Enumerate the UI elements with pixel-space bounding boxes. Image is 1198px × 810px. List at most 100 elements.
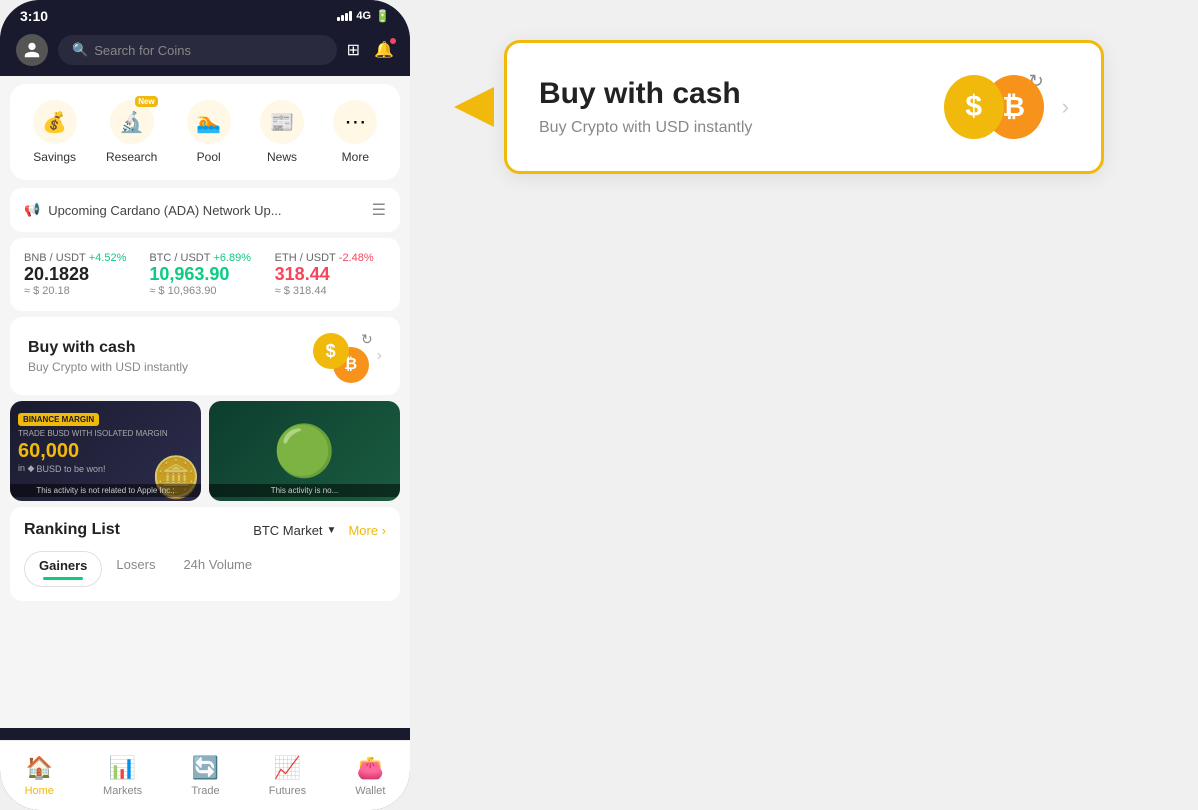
news-icon: 📰 [260,100,304,144]
tab-volume[interactable]: 24h Volume [169,551,266,587]
announcement-bar[interactable]: 📢 Upcoming Cardano (ADA) Network Up... ☰ [10,188,400,232]
markets-icon: 📊 [109,755,136,781]
eth-pair: ETH / USDT [275,252,336,264]
savings-label: Savings [33,150,76,164]
promo-margin[interactable]: BINANCE MARGIN TRADE BUSD WITH ISOLATED … [10,401,201,501]
trade-icon: 🔄 [192,755,219,781]
wallet-label: Wallet [355,785,385,797]
futures-icon: 📈 [274,755,301,781]
callout-chevron-icon: › [1062,94,1069,120]
tab-gainers[interactable]: Gainers [24,551,102,587]
btc-pair: BTC / USDT [149,252,210,264]
margin-currency: BUSD to be won! [36,464,105,474]
callout-title: Buy with cash [539,77,752,111]
nav-futures[interactable]: 📈 Futures [261,751,314,801]
category-news[interactable]: 📰 News [260,100,304,164]
status-icons: 4G 🔋 [337,9,390,23]
buy-title: Buy with cash [28,339,188,357]
callout-coins: $ ₿ ↻ [944,71,1044,143]
header-icons: ⊞ 🔔 [347,40,394,60]
promo-tether-disclaimer: This activity is no... [209,484,400,497]
search-icon: 🔍 [72,42,88,58]
ticker-btc[interactable]: BTC / USDT +6.89% 10,963.90 ≈ $ 10,963.9… [149,252,260,297]
btc-price: 10,963.90 [149,264,260,285]
home-label: Home [25,785,54,797]
news-label: News [267,150,297,164]
phone-container: 3:10 4G 🔋 🔍 Search for Coins ⊞ 🔔 [0,0,410,810]
eth-price: 318.44 [275,264,386,285]
category-research[interactable]: 🔬 New Research [106,100,157,164]
ticker-eth[interactable]: ETH / USDT -2.48% 318.44 ≈ $ 318.44 [275,252,386,297]
price-ticker: BNB / USDT +4.52% 20.1828 ≈ $ 20.18 BTC … [10,238,400,311]
margin-badge: BINANCE MARGIN [18,413,99,426]
avatar[interactable] [16,34,48,66]
savings-icon: 💰 [33,100,77,144]
btc-change: +6.89% [213,252,251,264]
market-label: BTC Market [253,523,322,538]
tab-losers[interactable]: Losers [102,551,169,587]
status-time: 3:10 [20,8,48,24]
callout-area: Buy with cash Buy Crypto with USD instan… [410,0,1198,214]
home-icon: 🏠 [26,755,53,781]
pool-label: Pool [197,150,221,164]
nav-home[interactable]: 🏠 Home [17,751,62,801]
status-bar: 3:10 4G 🔋 [0,0,410,28]
more-label: More [342,150,369,164]
big-dollar-coin: $ [944,75,1004,139]
buy-text: Buy with cash Buy Crypto with USD instan… [28,339,188,374]
margin-amount: 60,000 [18,440,168,463]
ranking-market[interactable]: BTC Market ▼ [253,523,336,538]
trade-label: Trade [191,785,219,797]
research-label: Research [106,150,157,164]
category-pool[interactable]: 🏊 Pool [187,100,231,164]
ticker-bnb[interactable]: BNB / USDT +4.52% 20.1828 ≈ $ 20.18 [24,252,135,297]
ranking-more[interactable]: More › [348,523,386,538]
bnb-pair: BNB / USDT [24,252,86,264]
promo-tether[interactable]: 🟢 This activity is no... [209,401,400,501]
category-more[interactable]: ⋯ More [333,100,377,164]
tab-underline [43,577,83,580]
ranking-title: Ranking List [24,521,120,539]
bell-icon[interactable]: 🔔 [374,40,394,60]
scan-icon[interactable]: ⊞ [347,40,360,60]
dollar-coin: $ [313,333,349,369]
ticker-pairs: BNB / USDT +4.52% 20.1828 ≈ $ 20.18 BTC … [24,252,386,297]
battery-icon: 🔋 [375,9,390,23]
ranking-tabs: Gainers Losers 24h Volume [24,551,386,587]
search-bar: 🔍 Search for Coins ⊞ 🔔 [0,28,410,76]
bnb-usd: ≈ $ 20.18 [24,285,135,297]
more-icon: ⋯ [333,100,377,144]
promo-margin-text: BINANCE MARGIN TRADE BUSD WITH ISOLATED … [18,409,168,474]
margin-currency-icon: in ◆ [18,463,34,474]
callout-card[interactable]: Buy with cash Buy Crypto with USD instan… [504,40,1104,174]
category-section: 💰 Savings 🔬 New Research 🏊 Pool 📰 News ⋯ [10,84,400,180]
eth-usd: ≈ $ 318.44 [275,285,386,297]
eth-change: -2.48% [339,252,374,264]
nav-markets[interactable]: 📊 Markets [95,751,150,801]
network-type: 4G [356,10,371,22]
category-savings[interactable]: 💰 Savings [33,100,77,164]
buy-subtitle: Buy Crypto with USD instantly [28,360,188,374]
phone-content: 💰 Savings 🔬 New Research 🏊 Pool 📰 News ⋯ [0,76,410,728]
callout-arrow [454,87,494,127]
nav-trade[interactable]: 🔄 Trade [183,751,227,801]
ranking-section: Ranking List BTC Market ▼ More › Gainers… [10,507,400,601]
research-icon: 🔬 New [110,100,154,144]
buy-right: $ ₿ ↻ › [313,333,382,379]
list-icon: ☰ [372,200,386,220]
callout-wrapper: Buy with cash Buy Crypto with USD instan… [504,40,1104,174]
btc-usd: ≈ $ 10,963.90 [149,285,260,297]
search-placeholder: Search for Coins [94,43,191,58]
market-dropdown-icon: ▼ [327,525,337,536]
search-input[interactable]: 🔍 Search for Coins [58,35,337,65]
ranking-header: Ranking List BTC Market ▼ More › [24,521,386,539]
bnb-change: +4.52% [89,252,127,264]
bnb-price: 20.1828 [24,264,135,285]
nav-wallet[interactable]: 👛 Wallet [347,751,393,801]
announcement-icon: 📢 [24,202,40,218]
promo-disclaimer: This activity is not related to Apple In… [10,484,201,497]
markets-label: Markets [103,785,142,797]
callout-text: Buy with cash Buy Crypto with USD instan… [539,77,752,137]
buy-cash-banner[interactable]: Buy with cash Buy Crypto with USD instan… [10,317,400,395]
signal-icon [337,11,352,21]
